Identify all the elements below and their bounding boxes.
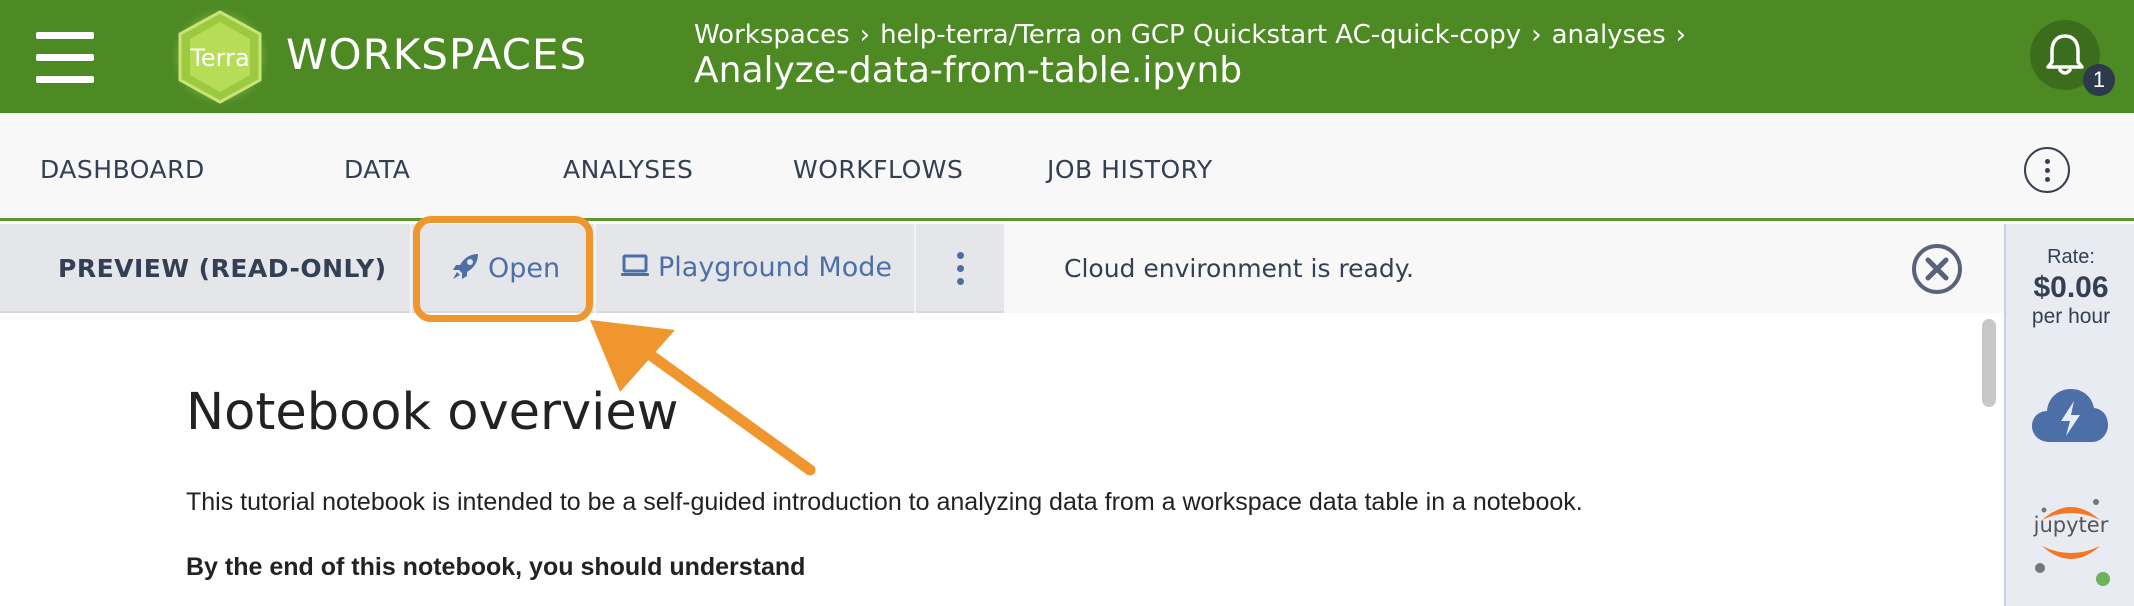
cloud-lightning-icon[interactable] — [2030, 384, 2110, 446]
playground-mode-button[interactable]: Playground Mode — [620, 252, 892, 283]
rate-display: Rate: $0.06 per hour — [2006, 224, 2134, 329]
close-circle-icon[interactable] — [1910, 242, 1964, 296]
preview-toolbar: PREVIEW (READ-ONLY) Open Playground Mode… — [0, 224, 2004, 313]
preview-mode-label: PREVIEW (READ-ONLY) — [58, 254, 387, 283]
page-title: Analyze-data-from-table.ipynb — [694, 50, 1243, 91]
status-banner: Cloud environment is ready. — [1004, 224, 2004, 313]
jupyter-label: jupyter — [2033, 513, 2109, 537]
notebook-objectives-heading: By the end of this notebook, you should … — [186, 553, 806, 581]
notebook-intro: This tutorial notebook is intended to be… — [186, 488, 1583, 516]
breadcrumb-workspaces[interactable]: Workspaces — [694, 20, 850, 50]
tab-workflows[interactable]: WORKFLOWS — [793, 155, 963, 184]
breadcrumb-analyses[interactable]: analyses — [1552, 20, 1666, 50]
laptop-icon — [621, 254, 649, 276]
tab-analyses[interactable]: ANALYSES — [563, 155, 693, 184]
breadcrumb-separator: › — [1531, 20, 1542, 50]
tab-data[interactable]: DATA — [344, 155, 410, 184]
toolbar-divider — [410, 224, 412, 313]
notification-badge: 1 — [2083, 64, 2115, 96]
scrollbar-thumb[interactable] — [1982, 319, 1996, 407]
breadcrumb-separator: › — [859, 20, 871, 50]
hamburger-menu-icon[interactable] — [36, 32, 94, 83]
rate-value: $0.06 — [2033, 271, 2109, 304]
rate-unit: per hour — [2031, 305, 2111, 328]
top-header: Terra WORKSPACES Workspaces › help-terra/T… — [0, 0, 2134, 113]
workspace-menu-button[interactable] — [2024, 147, 2070, 193]
workspace-tabs: DASHBOARD DATA ANALYSES WORKFLOWS JOB HI… — [0, 113, 2134, 221]
logo-text: Terra — [189, 44, 249, 72]
notebook-preview: Notebook overview This tutorial notebook… — [0, 313, 2004, 606]
tab-job-history[interactable]: JOB HISTORY — [1047, 155, 1213, 184]
breadcrumb-separator: › — [1675, 20, 1687, 50]
vertical-dots-icon[interactable] — [957, 252, 964, 286]
terra-logo[interactable]: Terra — [160, 4, 280, 110]
bell-icon — [2046, 34, 2084, 75]
toolbar-divider — [594, 224, 596, 313]
tab-dashboard[interactable]: DASHBOARD — [40, 155, 205, 184]
running-status-dot — [2094, 570, 2112, 588]
app-brand[interactable]: WORKSPACES — [286, 30, 587, 79]
playground-mode-label: Playground Mode — [658, 252, 892, 283]
pointer-arrow — [590, 320, 816, 476]
breadcrumb-workspace[interactable]: help-terra/Terra on GCP Quickstart AC-qu… — [880, 20, 1521, 50]
open-button-highlight — [413, 216, 593, 322]
toolbar-divider — [914, 224, 916, 313]
rate-label: Rate: — [2047, 246, 2095, 268]
cloud-environment-panel: Rate: $0.06 per hour jupyter — [2004, 224, 2134, 606]
status-message: Cloud environment is ready. — [1064, 254, 1414, 283]
breadcrumb: Workspaces › help-terra/Terra on GCP Quick… — [694, 20, 1696, 50]
